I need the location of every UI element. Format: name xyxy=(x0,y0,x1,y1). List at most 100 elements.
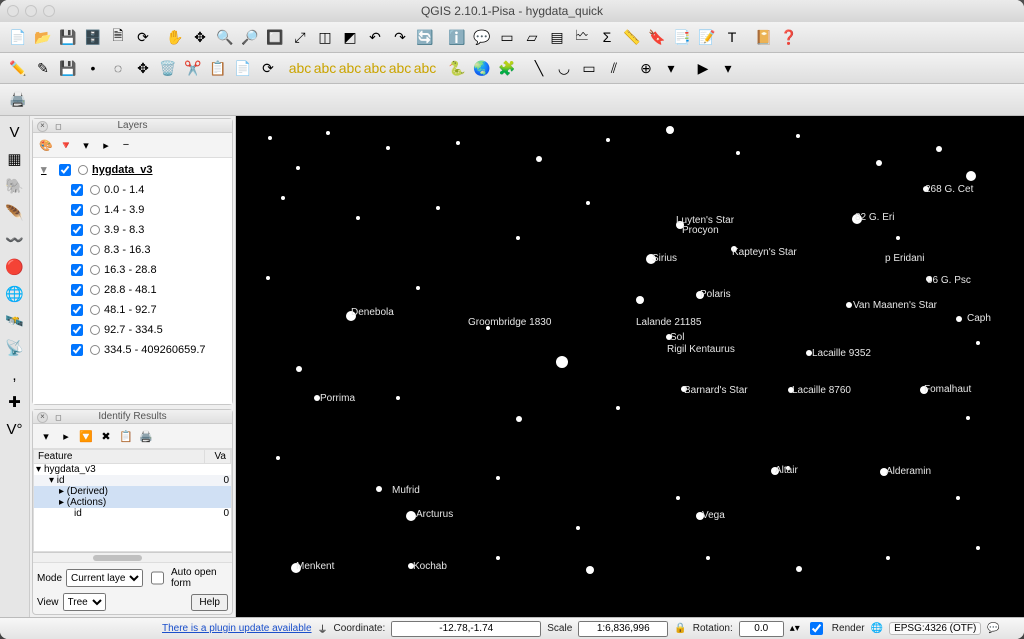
layer-row[interactable]: ▾ hygdata_v3 xyxy=(33,160,232,180)
remove-layer-button[interactable]: − xyxy=(117,136,135,154)
minimize-window-icon[interactable] xyxy=(25,5,37,17)
select-button[interactable]: ▭ xyxy=(495,25,519,49)
cad-rect-button[interactable]: ▭ xyxy=(577,56,601,80)
star-point[interactable] xyxy=(876,160,882,166)
scale-lock-icon[interactable]: 🔒 xyxy=(674,623,686,634)
titlebar[interactable]: QGIS 2.10.1-Pisa - hygdata_quick xyxy=(0,0,1024,22)
star-point[interactable] xyxy=(266,276,270,280)
class-visibility-checkbox[interactable] xyxy=(71,284,83,296)
collapse-all-button[interactable]: ▸ xyxy=(97,136,115,154)
star-point[interactable] xyxy=(281,196,285,200)
star-point[interactable] xyxy=(846,302,852,308)
chevron-down-icon[interactable]: ▾ xyxy=(41,163,51,177)
close-window-icon[interactable] xyxy=(7,5,19,17)
run-menu-button[interactable]: ▾ xyxy=(716,56,740,80)
identify-button[interactable]: ℹ️ xyxy=(445,25,469,49)
crs-globe-icon[interactable]: 🌐 xyxy=(871,623,883,634)
print-composer-button[interactable]: 🖨️ xyxy=(6,87,30,111)
measure-button[interactable]: 📏 xyxy=(620,25,644,49)
zoom-in-button[interactable]: 🔍 xyxy=(213,25,237,49)
layer-class-row[interactable]: 92.7 - 334.5 xyxy=(33,320,232,340)
open-project-button[interactable]: 📂 xyxy=(31,25,55,49)
rotation-stepper-icon[interactable]: ▴▾ xyxy=(790,623,800,634)
star-point[interactable] xyxy=(496,556,500,560)
star-point[interactable] xyxy=(796,566,802,572)
close-icon[interactable]: × xyxy=(37,121,48,132)
expand-all-button[interactable]: ▾ xyxy=(77,136,95,154)
cad-line-button[interactable]: ╲ xyxy=(527,56,551,80)
plugin-button[interactable]: 🧩 xyxy=(495,56,519,80)
add-wcs-layer-button[interactable]: 🛰️ xyxy=(3,309,27,333)
cad-parallel-button[interactable]: ⫽ xyxy=(602,56,626,80)
bookmarks-button[interactable]: 📑 xyxy=(670,25,694,49)
add-wms-layer-button[interactable]: 🌐 xyxy=(3,282,27,306)
add-feature-button[interactable]: • xyxy=(81,56,105,80)
layers-tree[interactable]: ▾ hygdata_v3 0.0 - 1.41.4 - 3.93.9 - 8.3… xyxy=(33,158,232,404)
view-select[interactable]: Tree xyxy=(63,593,106,611)
horizontal-scrollbar[interactable] xyxy=(33,552,232,562)
star-point[interactable] xyxy=(496,476,500,480)
star-point[interactable] xyxy=(276,456,280,460)
add-wfs-layer-button[interactable]: 📡 xyxy=(3,336,27,360)
label-tool-3[interactable]: abc xyxy=(338,56,362,80)
plugin-update-link[interactable]: There is a plugin update available xyxy=(162,623,312,634)
mode-select[interactable]: Current laye xyxy=(66,569,143,587)
new-project-button[interactable]: 📄 xyxy=(6,25,30,49)
help-contents-button[interactable]: 📔 xyxy=(752,25,776,49)
cad-arc-button[interactable]: ◡ xyxy=(552,56,576,80)
zoom-to-selection-button[interactable]: ◫ xyxy=(313,25,337,49)
help-button[interactable]: Help xyxy=(191,594,228,611)
star-point[interactable] xyxy=(896,236,900,240)
add-csv-layer-button[interactable]: , xyxy=(3,363,27,387)
star-point[interactable] xyxy=(736,151,740,155)
toggle-edit-button[interactable]: ✎ xyxy=(31,56,55,80)
cut-button[interactable]: ✂️ xyxy=(181,56,205,80)
add-spatialite-layer-button[interactable]: 🪶 xyxy=(3,201,27,225)
star-point[interactable] xyxy=(268,136,272,140)
coordinate-input[interactable] xyxy=(391,621,541,637)
zoom-out-button[interactable]: 🔎 xyxy=(238,25,262,49)
table-row[interactable]: ▾ id0 xyxy=(34,475,231,486)
zoom-next-button[interactable]: ↷ xyxy=(388,25,412,49)
new-shapefile-button[interactable]: ✚ xyxy=(3,390,27,414)
star-point[interactable] xyxy=(796,134,800,138)
clear-results-button[interactable]: ✖ xyxy=(97,427,115,445)
expand-new-button[interactable]: 🔽 xyxy=(77,427,95,445)
save-as-button[interactable]: 🗄️ xyxy=(81,25,105,49)
zoom-to-layer-button[interactable]: ◩ xyxy=(338,25,362,49)
save-edits-button[interactable]: 💾 xyxy=(56,56,80,80)
star-point[interactable] xyxy=(326,131,330,135)
table-row[interactable]: id0 xyxy=(34,508,231,519)
delete-button[interactable]: 🗑️ xyxy=(156,56,180,80)
star-point[interactable] xyxy=(576,526,580,530)
label-tool-1[interactable]: abc xyxy=(288,56,312,80)
annotation-button[interactable]: 📝 xyxy=(695,25,719,49)
layer-visibility-checkbox[interactable] xyxy=(59,164,71,176)
identify-results-table[interactable]: Feature Va ▾hygdata_v3 ▾ id0 ▸ (Derived)… xyxy=(33,449,232,552)
close-icon[interactable]: × xyxy=(37,412,48,423)
deselect-button[interactable]: ▱ xyxy=(520,25,544,49)
python-console-button[interactable]: 🐍 xyxy=(445,56,469,80)
star-point[interactable] xyxy=(296,366,302,372)
messages-icon[interactable]: 💬 xyxy=(987,623,999,634)
zoom-window-icon[interactable] xyxy=(43,5,55,17)
table-row[interactable]: ▸ (Derived) xyxy=(34,486,231,497)
zoom-native-button[interactable]: 🔲 xyxy=(263,25,287,49)
text-annotation-button[interactable]: T xyxy=(720,25,744,49)
rotate-button[interactable]: ⟳ xyxy=(256,56,280,80)
layer-class-row[interactable]: 48.1 - 92.7 xyxy=(33,300,232,320)
star-point[interactable] xyxy=(886,556,890,560)
layer-class-row[interactable]: 8.3 - 16.3 xyxy=(33,240,232,260)
star-point[interactable] xyxy=(406,511,416,521)
star-point[interactable] xyxy=(606,138,610,142)
table-row[interactable]: ▾hygdata_v3 xyxy=(34,464,231,475)
star-point[interactable] xyxy=(386,146,390,150)
star-point[interactable] xyxy=(416,286,420,290)
whats-this-button[interactable]: ❓ xyxy=(777,25,801,49)
snap-menu-button[interactable]: ▾ xyxy=(659,56,683,80)
star-point[interactable] xyxy=(296,166,300,170)
layer-class-row[interactable]: 3.9 - 8.3 xyxy=(33,220,232,240)
class-visibility-checkbox[interactable] xyxy=(71,224,83,236)
column-header-value[interactable]: Va xyxy=(205,450,231,463)
dock-icon[interactable]: ◻ xyxy=(53,121,64,132)
